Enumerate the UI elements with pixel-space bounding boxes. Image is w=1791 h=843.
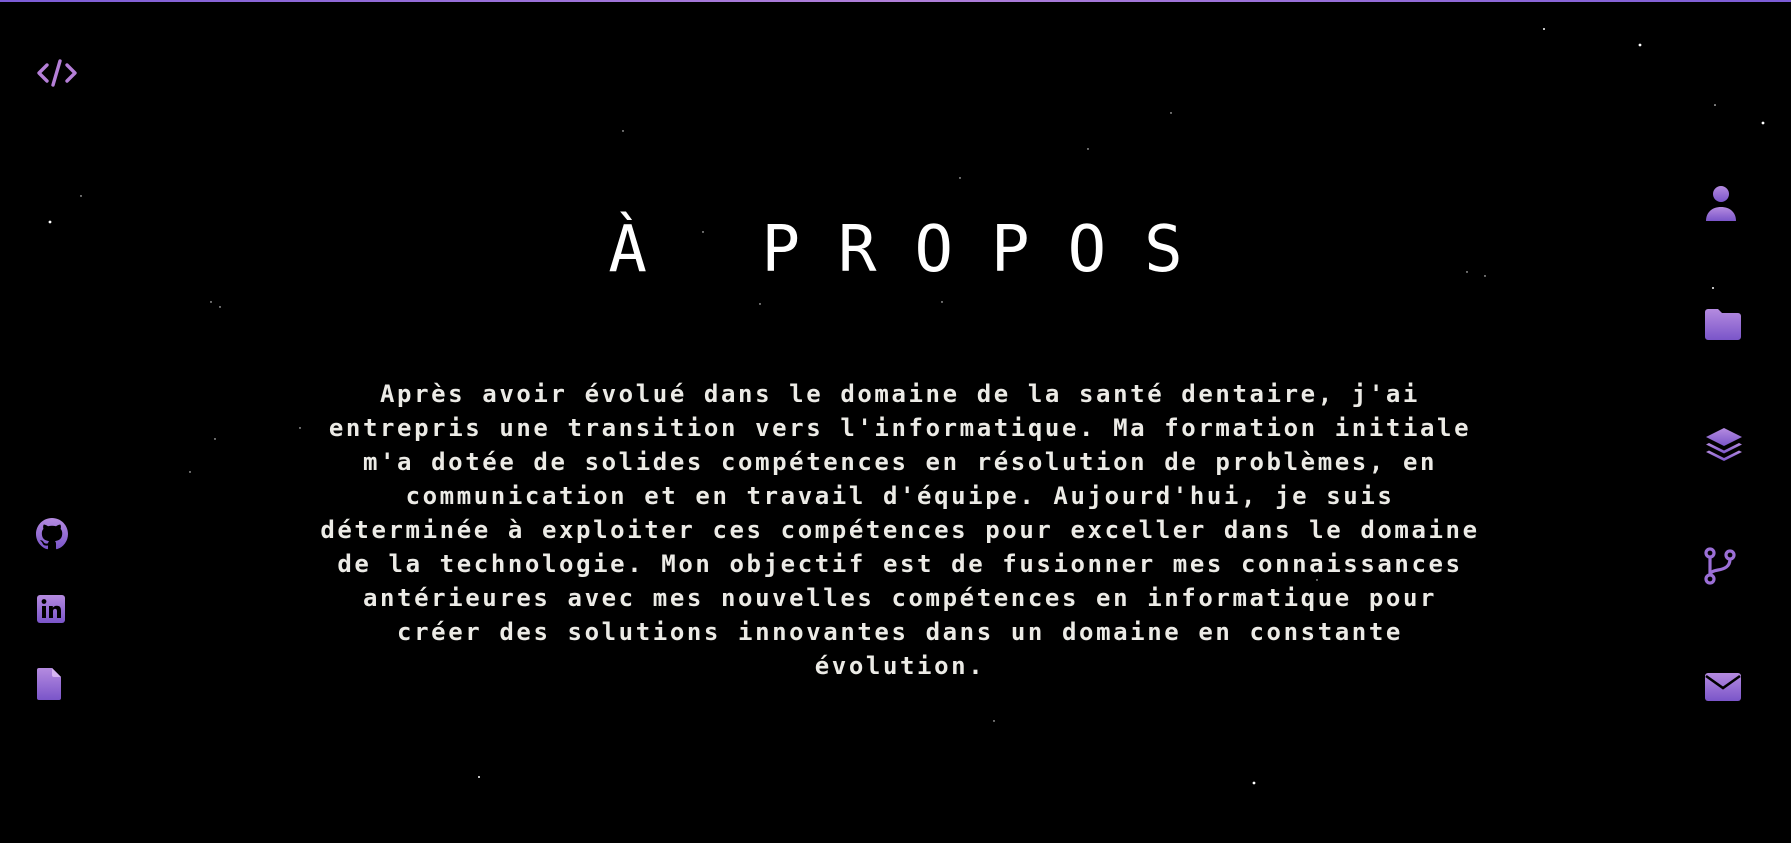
git-branch-icon[interactable] <box>1703 547 1737 585</box>
about-paragraph: Après avoir évolué dans le domaine de la… <box>320 380 1480 680</box>
logo-code-icon[interactable] <box>36 56 78 90</box>
envelope-icon[interactable] <box>1704 672 1742 702</box>
document-icon[interactable] <box>37 668 61 700</box>
user-icon[interactable] <box>1705 185 1737 221</box>
folder-icon[interactable] <box>1705 308 1741 340</box>
linkedin-icon[interactable] <box>36 594 66 624</box>
github-icon[interactable] <box>36 518 68 550</box>
page-title: À PROPOS <box>608 213 1221 287</box>
layers-icon[interactable] <box>1705 427 1743 465</box>
